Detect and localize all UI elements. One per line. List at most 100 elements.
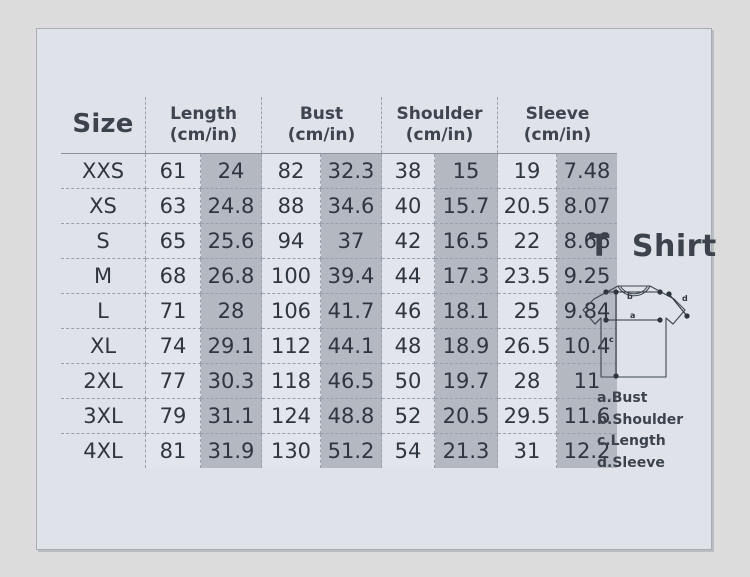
cell-shoulder-cm: 54 [381, 433, 435, 468]
cell-shoulder-in: 18.1 [434, 293, 498, 329]
marker-length-label: c [609, 335, 614, 344]
size-chart-page: Size Length (cm/in) Bust (cm/in) Shoulde… [0, 0, 750, 577]
header-length: Length (cm/in) [145, 97, 262, 154]
cell-bust-cm: 112 [261, 328, 321, 364]
cell-shoulder-cm: 44 [381, 258, 435, 294]
cell-shoulder-cm: 52 [381, 398, 435, 434]
cell-sleeve-cm: 28 [497, 363, 557, 399]
cell-sleeve-cm: 26.5 [497, 328, 557, 364]
cell-size: 3XL [61, 398, 146, 434]
cell-bust-in: 32.3 [320, 153, 382, 189]
cell-length-in: 31.1 [200, 398, 262, 434]
table-row: S 65 25.6 94 37 42 16.5 22 8.66 [61, 223, 617, 259]
table-body: XXS 61 24 82 32.3 38 15 19 7.48 XS 63 24… [61, 153, 617, 468]
cell-bust-in: 34.6 [320, 188, 382, 224]
cell-shoulder-in: 21.3 [434, 433, 498, 468]
bust-measure-dot-right [657, 317, 663, 323]
cell-length-cm: 79 [145, 398, 201, 434]
cell-shoulder-in: 18.9 [434, 328, 498, 364]
cell-shoulder-cm: 48 [381, 328, 435, 364]
cell-length-cm: 77 [145, 363, 201, 399]
length-measure-dot-bottom [613, 373, 619, 379]
measurement-legend: a.Bust b.Shoulder c.Length d.Sleeve [597, 388, 683, 475]
tshirt-sleeve-seam-right [665, 317, 674, 325]
cell-shoulder-cm: 42 [381, 223, 435, 259]
cell-length-in: 26.8 [200, 258, 262, 294]
bust-measure-dot-left [603, 317, 609, 323]
cell-size: L [61, 293, 146, 329]
cell-sleeve-in: 7.48 [556, 153, 617, 189]
size-chart-table: Size Length (cm/in) Bust (cm/in) Shoulde… [61, 97, 617, 468]
marker-shoulder-label: b [627, 292, 633, 301]
cell-bust-in: 46.5 [320, 363, 382, 399]
cell-size: XS [61, 188, 146, 224]
table-row: L 71 28 106 41.7 46 18.1 25 9.84 [61, 293, 617, 329]
cell-size: S [61, 223, 146, 259]
cell-bust-in: 51.2 [320, 433, 382, 468]
tshirt-outline [582, 285, 686, 378]
legend-item-length: c.Length [597, 433, 666, 450]
cell-bust-cm: 94 [261, 223, 321, 259]
cell-shoulder-in: 16.5 [434, 223, 498, 259]
cell-bust-cm: 130 [261, 433, 321, 468]
header-shoulder-unit: (cm/in) [405, 125, 474, 145]
legend-item-sleeve: d.Sleeve [597, 455, 665, 472]
table-row: XXS 61 24 82 32.3 38 15 19 7.48 [61, 153, 617, 189]
cell-shoulder-cm: 50 [381, 363, 435, 399]
cell-length-cm: 74 [145, 328, 201, 364]
cell-shoulder-cm: 38 [381, 153, 435, 189]
cell-size: XXS [61, 153, 146, 189]
header-bust-unit: (cm/in) [287, 125, 356, 145]
legend-item-bust: a.Bust [597, 390, 648, 406]
cell-size: M [61, 258, 146, 294]
cell-sleeve-cm: 22 [497, 223, 557, 259]
cell-bust-cm: 82 [261, 153, 321, 189]
cell-shoulder-in: 17.3 [434, 258, 498, 294]
header-sleeve-name: Sleeve [525, 104, 590, 125]
table-row: XS 63 24.8 88 34.6 40 15.7 20.5 8.07 [61, 188, 617, 224]
table-row: XL 74 29.1 112 44.1 48 18.9 26.5 10.4 [61, 328, 617, 364]
cell-length-in: 24 [200, 153, 262, 189]
cell-length-in: 29.1 [200, 328, 262, 364]
cell-shoulder-in: 15.7 [434, 188, 498, 224]
cell-sleeve-cm: 23.5 [497, 258, 557, 294]
tshirt-title: T Shirt [589, 229, 717, 264]
cell-bust-cm: 118 [261, 363, 321, 399]
cell-length-cm: 68 [145, 258, 201, 294]
table-header: Size Length (cm/in) Bust (cm/in) Shoulde… [61, 97, 617, 154]
header-shoulder-name: Shoulder [396, 104, 483, 125]
cell-shoulder-in: 19.7 [434, 363, 498, 399]
header-length-name: Length [170, 104, 237, 125]
header-bust: Bust (cm/in) [261, 97, 382, 154]
cell-bust-cm: 88 [261, 188, 321, 224]
chart-panel: Size Length (cm/in) Bust (cm/in) Shoulde… [36, 28, 716, 550]
cell-bust-in: 48.8 [320, 398, 382, 434]
header-sleeve-unit: (cm/in) [523, 125, 592, 145]
cell-size: 2XL [61, 363, 146, 399]
cell-length-in: 31.9 [200, 433, 262, 468]
header-sleeve: Sleeve (cm/in) [497, 97, 617, 154]
tshirt-diagram: b a c d [570, 272, 735, 388]
shoulder-measure-dot-left [603, 289, 609, 295]
cell-bust-cm: 124 [261, 398, 321, 434]
cell-sleeve-cm: 25 [497, 293, 557, 329]
cell-sleeve-cm: 20.5 [497, 188, 557, 224]
cell-bust-cm: 106 [261, 293, 321, 329]
table-row: 3XL 79 31.1 124 48.8 52 20.5 29.5 11.6 [61, 398, 617, 434]
cell-sleeve-cm: 19 [497, 153, 557, 189]
cell-bust-in: 37 [320, 223, 382, 259]
cell-bust-cm: 100 [261, 258, 321, 294]
tshirt-collar-inner [620, 286, 648, 295]
header-bust-name: Bust [299, 104, 344, 125]
cell-sleeve-cm: 29.5 [497, 398, 557, 434]
table-row: M 68 26.8 100 39.4 44 17.3 23.5 9.25 [61, 258, 617, 294]
sleeve-measure-dot-top [666, 291, 672, 297]
cell-length-cm: 63 [145, 188, 201, 224]
header-length-unit: (cm/in) [169, 125, 238, 145]
header-row: Size Length (cm/in) Bust (cm/in) Shoulde… [61, 97, 617, 154]
cell-bust-in: 41.7 [320, 293, 382, 329]
table-row: 4XL 81 31.9 130 51.2 54 21.3 31 12.2 [61, 433, 617, 468]
cell-size: XL [61, 328, 146, 364]
marker-bust-label: a [630, 311, 635, 320]
cell-shoulder-in: 20.5 [434, 398, 498, 434]
